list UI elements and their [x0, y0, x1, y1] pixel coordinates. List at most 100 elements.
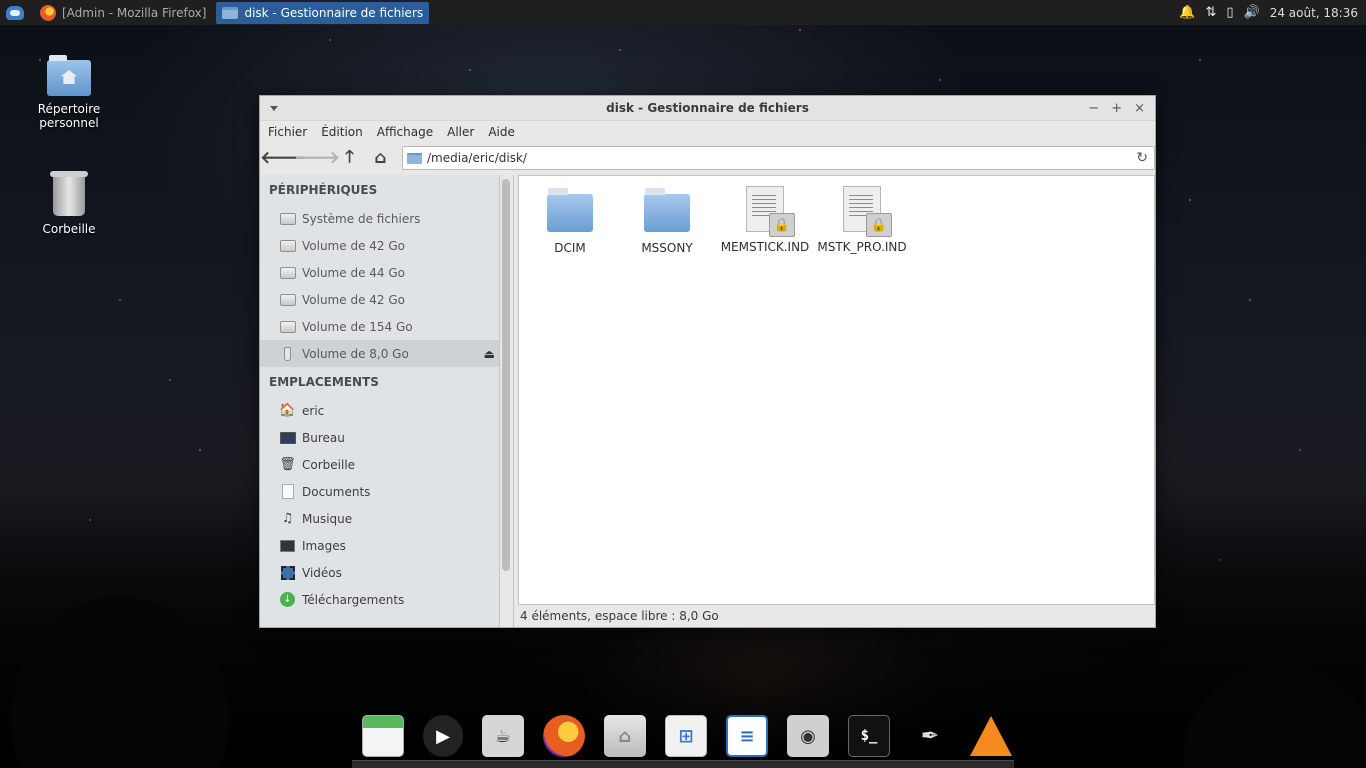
desktop-icon-trash[interactable]: Corbeille: [24, 171, 114, 236]
menu-aide[interactable]: Aide: [488, 125, 523, 139]
reload-icon[interactable]: ↻: [1136, 150, 1148, 166]
dock-bar: [352, 760, 1014, 768]
firefox-icon: [40, 4, 56, 21]
sidebar-header-devices: PÉRIPHÉRIQUES: [269, 183, 378, 197]
sidebar-item-label: Volume de 42 Go: [302, 238, 405, 253]
drive-icon: [279, 239, 296, 252]
file-view[interactable]: DCIM MSSONY 🔒 MEMSTICK.IND 🔒 MSTK_PRO.IN…: [518, 175, 1155, 605]
download-icon: ↓: [280, 592, 295, 607]
sidebar-item-label: Vidéos: [302, 565, 342, 580]
notification-bell-icon[interactable]: 🔔: [1179, 5, 1195, 20]
task-file-manager[interactable]: disk - Gestionnaire de fichiers: [216, 1, 430, 24]
sidebar-item-label: eric: [302, 403, 325, 418]
firefox-icon[interactable]: [543, 715, 585, 757]
toolbar: 🡐 🡒 🡑 ⌂ /media/eric/disk/ ↻: [260, 143, 1155, 173]
sidebar-item-videos[interactable]: Vidéos: [260, 559, 499, 586]
menu-aller[interactable]: Aller: [447, 125, 482, 139]
eject-icon[interactable]: ⏏: [484, 347, 495, 361]
status-text: 4 éléments, espace libre : 8,0 Go: [520, 609, 719, 623]
sidebar-item-filesystem[interactable]: Système de fichiers: [260, 205, 499, 232]
location-path: /media/eric/disk/: [427, 151, 527, 165]
status-bar: 4 éléments, espace libre : 8,0 Go: [518, 605, 1155, 627]
calendar-icon[interactable]: [362, 715, 404, 757]
menu-edition[interactable]: Édition: [321, 125, 371, 139]
top-panel: [Admin - Mozilla Firefox] disk - Gestion…: [0, 0, 1366, 25]
sidebar-item-label: Documents: [302, 484, 371, 499]
sidebar-item-label: Téléchargements: [302, 592, 405, 607]
sidebar-item-volume-154[interactable]: Volume de 154 Go: [260, 313, 499, 340]
folder-icon: [644, 188, 690, 232]
home-folder-icon[interactable]: ⌂: [604, 715, 646, 757]
network-icon[interactable]: ⇅: [1205, 5, 1216, 20]
volume-icon[interactable]: 🔊: [1244, 5, 1260, 20]
window-title: disk - Gestionnaire de fichiers: [606, 101, 809, 115]
sidebar-item-documents[interactable]: Documents: [260, 478, 499, 505]
sidebar-item-images[interactable]: Images: [260, 532, 499, 559]
sidebar-item-eric[interactable]: 🏠 eric: [260, 397, 499, 424]
sidebar-item-label: Système de fichiers: [302, 211, 421, 226]
media-player-icon[interactable]: ▶: [423, 715, 463, 757]
maximize-button[interactable]: +: [1111, 101, 1122, 116]
task-firefox[interactable]: [Admin - Mozilla Firefox]: [34, 2, 212, 24]
parent-folder-button[interactable]: 🡑: [336, 145, 363, 171]
usb-drive-icon: [284, 346, 291, 361]
camera-icon[interactable]: ◉: [787, 715, 829, 757]
sidebar-item-volume-42-a[interactable]: Volume de 42 Go: [260, 232, 499, 259]
document-icon: 🔒: [843, 186, 892, 237]
menu-affichage[interactable]: Affichage: [377, 125, 441, 139]
sidebar-item-bureau[interactable]: Bureau: [260, 424, 499, 451]
image-icon: [280, 539, 295, 552]
lock-icon: 🔒: [769, 213, 795, 237]
file-manager-window: disk - Gestionnaire de fichiers − + × Fi…: [259, 95, 1156, 628]
menu-fichier[interactable]: Fichier: [268, 125, 315, 139]
close-button[interactable]: ×: [1134, 101, 1145, 116]
terminal-icon[interactable]: $_: [848, 715, 890, 757]
sidebar-item-volume-44[interactable]: Volume de 44 Go: [260, 259, 499, 286]
text-editor-icon[interactable]: ≡: [726, 715, 768, 757]
desktop-icon-home[interactable]: Répertoire personnel: [24, 55, 114, 130]
sidebar-item-label: Volume de 42 Go: [302, 292, 405, 307]
menubar: Fichier Édition Affichage Aller Aide: [260, 121, 1155, 143]
file-item[interactable]: DCIM: [521, 188, 619, 255]
software-store-icon[interactable]: ⊞: [665, 715, 707, 757]
desktop-icon: [279, 431, 296, 444]
inkscape-icon[interactable]: ✒: [909, 715, 951, 757]
sidebar-item-label: Images: [302, 538, 346, 553]
home-icon: 🏠: [279, 403, 296, 418]
sidebar-item-telechargements[interactable]: ↓ Téléchargements: [260, 586, 499, 613]
file-item[interactable]: 🔒 MSTK_PRO.IND: [813, 186, 911, 254]
lock-icon: 🔒: [866, 213, 892, 237]
vlc-icon[interactable]: [970, 716, 1012, 756]
document-icon: [281, 484, 294, 499]
drive-icon: [279, 293, 296, 306]
sidebar-header-places: EMPLACEMENTS: [269, 375, 379, 389]
arrow-up-icon: 🡑: [345, 146, 354, 167]
sidebar-item-volume-42-b[interactable]: Volume de 42 Go: [260, 286, 499, 313]
minimize-button[interactable]: −: [1088, 101, 1099, 116]
home-button[interactable]: ⌂: [367, 145, 394, 171]
sidebar-item-volume-8[interactable]: Volume de 8,0 Go ⏏: [260, 340, 499, 367]
home-folder-icon: [47, 55, 91, 96]
clock[interactable]: 24 août, 18:36: [1270, 6, 1358, 20]
file-item[interactable]: MSSONY: [618, 188, 716, 255]
home-icon: ⌂: [374, 148, 387, 168]
desktop-icon-label: Corbeille: [42, 222, 96, 236]
whisker-menu-icon[interactable]: [6, 5, 24, 20]
location-bar[interactable]: /media/eric/disk/ ↻: [402, 146, 1155, 170]
file-name: MSTK_PRO.IND: [817, 240, 907, 254]
window-body: PÉRIPHÉRIQUES Système de fichiers Volume…: [260, 175, 1155, 627]
sidebar-item-musique[interactable]: ♫ Musique: [260, 505, 499, 532]
file-name: MEMSTICK.IND: [720, 240, 810, 254]
forward-button[interactable]: 🡒: [294, 145, 340, 171]
sidebar-item-label: Volume de 44 Go: [302, 265, 405, 280]
sidebar-item-label: Volume de 154 Go: [302, 319, 413, 334]
file-item[interactable]: 🔒 MEMSTICK.IND: [716, 186, 814, 254]
drive-icon: [279, 266, 296, 279]
desktop-icon-label: Répertoire personnel: [37, 102, 101, 130]
battery-icon[interactable]: ▯: [1226, 5, 1233, 20]
sidebar-scrollbar[interactable]: [502, 179, 510, 571]
titlebar[interactable]: disk - Gestionnaire de fichiers − + ×: [260, 96, 1155, 121]
system-tray: 🔔 ⇅ ▯ 🔊 24 août, 18:36: [1179, 5, 1366, 20]
sidebar-item-corbeille[interactable]: 🗑 Corbeille: [260, 451, 499, 478]
settings-icon[interactable]: ☕: [482, 715, 524, 757]
